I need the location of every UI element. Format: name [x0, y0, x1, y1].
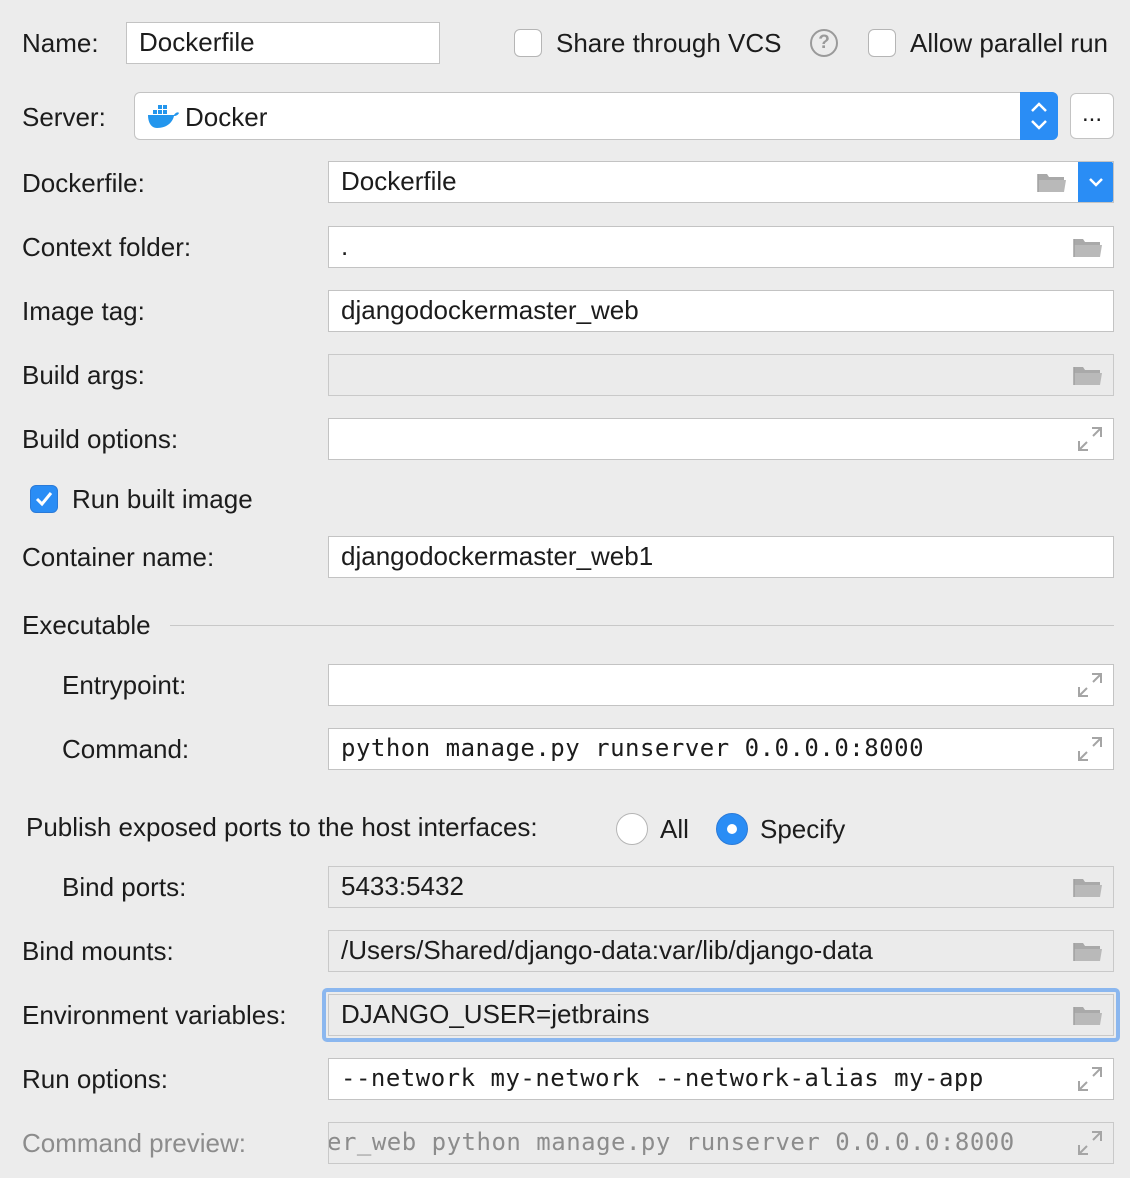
- build-args-label: Build args:: [22, 360, 145, 390]
- command-input[interactable]: python manage.py runserver 0.0.0.0:8000: [328, 728, 1114, 770]
- allow-parallel-checkbox[interactable]: [868, 29, 896, 57]
- expand-icon[interactable]: [1077, 736, 1103, 762]
- bind-ports-label: Bind ports:: [62, 872, 187, 902]
- executable-section-title: Executable: [22, 610, 151, 640]
- command-preview-label: Command preview:: [22, 1128, 246, 1158]
- run-options-input[interactable]: --network my-network --network-alias my-…: [328, 1058, 1114, 1100]
- run-built-image-checkbox[interactable]: [30, 485, 58, 513]
- run-options-value: --network my-network --network-alias my-…: [341, 1064, 984, 1092]
- folder-icon[interactable]: [1073, 236, 1103, 258]
- bind-mounts-label: Bind mounts:: [22, 936, 174, 966]
- server-more-button[interactable]: ...: [1070, 93, 1114, 139]
- entrypoint-label: Entrypoint:: [62, 670, 187, 700]
- command-preview-field: er_web python manage.py runserver 0.0.0.…: [328, 1122, 1114, 1164]
- command-preview-value: er_web python manage.py runserver 0.0.0.…: [328, 1128, 1015, 1156]
- server-label: Server:: [22, 102, 106, 132]
- server-select[interactable]: Docker: [134, 92, 1058, 140]
- env-vars-input[interactable]: DJANGO_USER=jetbrains: [328, 994, 1114, 1036]
- build-options-label: Build options:: [22, 424, 179, 454]
- share-vcs-checkbox[interactable]: [514, 29, 542, 57]
- docker-whale-icon: [148, 105, 179, 128]
- publish-all-label: All: [660, 814, 689, 844]
- container-name-value: djangodockermaster_web1: [341, 541, 654, 571]
- folder-icon[interactable]: [1073, 876, 1103, 898]
- dockerfile-label: Dockerfile:: [22, 168, 145, 198]
- share-vcs-label: Share through VCS: [556, 28, 782, 58]
- expand-icon[interactable]: [1077, 672, 1103, 698]
- context-folder-label: Context folder:: [22, 232, 192, 262]
- publish-all-radio[interactable]: [616, 813, 648, 845]
- bind-mounts-value: /Users/Shared/django-data:var/lib/django…: [341, 935, 873, 965]
- container-name-label: Container name:: [22, 542, 215, 572]
- build-args-input[interactable]: [328, 354, 1114, 396]
- publish-specify-radio[interactable]: [716, 813, 748, 845]
- expand-icon[interactable]: [1077, 426, 1103, 452]
- command-value: python manage.py runserver 0.0.0.0:8000: [341, 734, 925, 762]
- dockerfile-value: Dockerfile: [341, 166, 457, 196]
- chevron-down-icon[interactable]: [1078, 162, 1113, 202]
- env-vars-label: Environment variables:: [22, 1000, 287, 1030]
- name-label: Name:: [22, 28, 99, 58]
- image-tag-value: djangodockermaster_web: [341, 295, 639, 325]
- name-input[interactable]: Dockerfile: [126, 22, 440, 64]
- run-built-image-label: Run built image: [72, 484, 253, 514]
- publish-ports-label: Publish exposed ports to the host interf…: [26, 812, 538, 842]
- folder-icon[interactable]: [1073, 364, 1103, 386]
- build-options-input[interactable]: [328, 418, 1114, 460]
- chevron-updown-icon: [1020, 92, 1058, 140]
- name-value: Dockerfile: [139, 27, 255, 57]
- section-divider: [170, 625, 1114, 626]
- dockerfile-combo[interactable]: Dockerfile: [328, 161, 1114, 203]
- entrypoint-input[interactable]: [328, 664, 1114, 706]
- context-folder-input[interactable]: .: [328, 226, 1114, 268]
- expand-icon[interactable]: [1077, 1066, 1103, 1092]
- context-folder-value: .: [341, 231, 349, 261]
- env-vars-value: DJANGO_USER=jetbrains: [341, 999, 650, 1029]
- image-tag-label: Image tag:: [22, 296, 145, 326]
- run-options-label: Run options:: [22, 1064, 168, 1094]
- server-value: Docker: [185, 102, 268, 132]
- help-icon[interactable]: ?: [810, 29, 838, 57]
- expand-icon[interactable]: [1077, 1130, 1103, 1156]
- container-name-input[interactable]: djangodockermaster_web1: [328, 536, 1114, 578]
- folder-icon[interactable]: [1073, 940, 1103, 962]
- command-label: Command:: [62, 734, 190, 764]
- image-tag-input[interactable]: djangodockermaster_web: [328, 290, 1114, 332]
- allow-parallel-label: Allow parallel run: [910, 28, 1108, 58]
- bind-ports-input[interactable]: 5433:5432: [328, 866, 1114, 908]
- checkmark-icon: [35, 492, 53, 507]
- bind-mounts-input[interactable]: /Users/Shared/django-data:var/lib/django…: [328, 930, 1114, 972]
- folder-icon[interactable]: [1037, 171, 1067, 193]
- publish-specify-label: Specify: [760, 814, 846, 844]
- bind-ports-value: 5433:5432: [341, 871, 464, 901]
- folder-icon[interactable]: [1073, 1004, 1103, 1026]
